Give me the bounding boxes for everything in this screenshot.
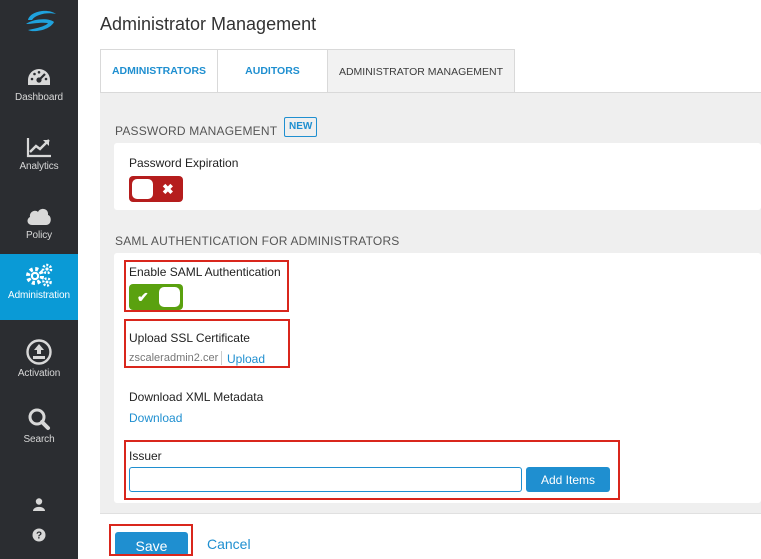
main-content: Administrator Management ADMINISTRATORS … [78, 0, 761, 559]
divider [221, 351, 222, 365]
tab-auditors[interactable]: AUDITORS [217, 49, 327, 93]
gears-icon [26, 263, 53, 287]
nav-policy-label: Policy [25, 230, 53, 241]
saml-authentication-heading: SAML AUTHENTICATION FOR ADMINISTRATORS [115, 234, 400, 248]
svg-text:?: ? [36, 531, 42, 542]
password-management-heading: PASSWORD MANAGEMENT [115, 124, 278, 138]
upload-ssl-certificate-label: Upload SSL Certificate [129, 331, 250, 345]
toggle-knob [159, 287, 180, 307]
content-panel: PASSWORD MANAGEMENT NEW Password Expirat… [100, 92, 761, 513]
line-chart-icon [26, 138, 51, 158]
user-icon[interactable] [32, 497, 46, 511]
cancel-link[interactable]: Cancel [207, 536, 251, 552]
new-badge: NEW [284, 117, 318, 137]
password-expiration-label: Password Expiration [129, 156, 239, 170]
nav-analytics[interactable]: Analytics [0, 127, 78, 193]
download-xml-metadata-label: Download XML Metadata [129, 390, 264, 404]
enable-saml-toggle[interactable]: ✔ [129, 284, 183, 310]
issuer-label: Issuer [129, 449, 162, 463]
tab-bar: ADMINISTRATORS AUDITORS ADMINISTRATOR MA… [100, 49, 515, 94]
tab-administrator-management[interactable]: ADMINISTRATOR MANAGEMENT [327, 49, 515, 94]
enable-saml-label: Enable SAML Authentication [129, 265, 281, 279]
nav-search-label: Search [23, 434, 55, 445]
nav-administration[interactable]: Administration [0, 254, 78, 320]
saml-authentication-card: Enable SAML Authentication ✔ Upload SSL … [114, 253, 761, 503]
nav-search[interactable]: Search [0, 398, 78, 464]
cloud-icon [27, 208, 51, 225]
search-icon [28, 408, 50, 430]
add-items-button[interactable]: Add Items [526, 467, 610, 492]
speedometer-icon [28, 69, 50, 85]
footer-bar: Save Cancel [100, 513, 761, 559]
zscaler-logo[interactable] [24, 8, 58, 34]
x-icon: ✖ [162, 181, 174, 197]
nav-policy[interactable]: Policy [0, 196, 78, 262]
help-icon[interactable]: ? [32, 528, 46, 542]
tab-administrators[interactable]: ADMINISTRATORS [100, 49, 217, 93]
nav-dashboard-label: Dashboard [14, 92, 64, 103]
nav-administration-label: Administration [8, 290, 70, 301]
upload-link[interactable]: Upload [227, 352, 265, 366]
issuer-input[interactable] [129, 467, 522, 492]
check-icon: ✔ [137, 289, 149, 305]
nav-activation[interactable]: Activation [0, 330, 78, 396]
nav-activation-label: Activation [17, 368, 61, 379]
nav-analytics-label: Analytics [19, 161, 59, 172]
sidebar: Dashboard Analytics Policy Administratio… [0, 0, 78, 559]
toggle-knob [132, 179, 153, 199]
save-button[interactable]: Save [115, 532, 188, 556]
password-expiration-toggle[interactable]: ✖ [129, 176, 183, 202]
page-title: Administrator Management [100, 14, 317, 34]
nav-dashboard[interactable]: Dashboard [0, 58, 78, 124]
upload-circle-icon [26, 339, 52, 365]
download-link[interactable]: Download [129, 411, 182, 425]
certificate-file-name: zscaleradmin2.cer [129, 352, 219, 364]
password-management-card: Password Expiration ✖ [114, 143, 761, 210]
